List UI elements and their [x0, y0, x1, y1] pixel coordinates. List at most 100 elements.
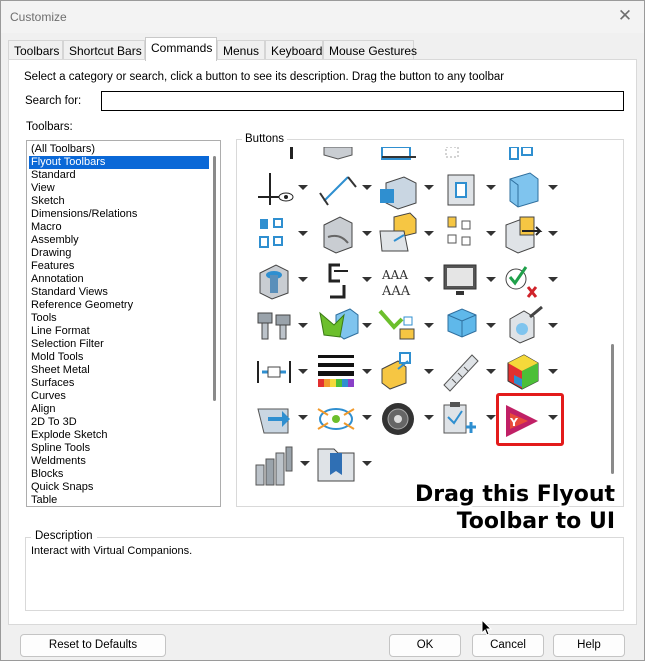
replace-icon[interactable] — [505, 216, 543, 254]
appearance-icon[interactable] — [509, 305, 543, 344]
toolbar-list-item[interactable]: Align — [29, 403, 209, 416]
chevron-down-icon[interactable] — [486, 415, 496, 420]
toolbar-list-item[interactable]: Features — [29, 260, 209, 273]
chevron-down-icon[interactable] — [298, 231, 308, 236]
explode-icon[interactable] — [317, 408, 355, 430]
smart-mates-icon[interactable] — [447, 216, 471, 246]
export-icon[interactable] — [257, 408, 290, 434]
chevron-down-icon[interactable] — [362, 369, 372, 374]
chevron-down-icon[interactable] — [486, 323, 496, 328]
tab-shortcut-bars[interactable]: Shortcut Bars — [63, 40, 145, 60]
chevron-down-icon[interactable] — [298, 415, 308, 420]
chevron-down-icon[interactable] — [298, 323, 308, 328]
reference-icon[interactable] — [328, 263, 348, 299]
toolbar-list-item[interactable]: Quick Snaps — [29, 481, 209, 494]
toolbar-list-item[interactable]: Sheet Metal — [29, 364, 209, 377]
partial-row-icon-5[interactable] — [509, 147, 533, 160]
toolbar-list-item[interactable]: Selection Filter — [29, 338, 209, 351]
chevron-down-icon[interactable] — [424, 323, 434, 328]
camera-icon[interactable] — [382, 403, 414, 435]
chevron-down-icon[interactable] — [486, 231, 496, 236]
chevron-down-icon[interactable] — [298, 185, 308, 190]
distance-icon[interactable] — [257, 361, 291, 383]
toolbar-list-item[interactable]: Surfaces — [29, 377, 209, 390]
tab-commands[interactable]: Commands — [145, 37, 217, 61]
chevron-down-icon[interactable] — [424, 231, 434, 236]
hole-wizard-icon[interactable] — [259, 264, 289, 300]
tab-toolbars[interactable]: Toolbars — [8, 40, 63, 60]
dimension-icon[interactable] — [319, 176, 357, 206]
chevron-down-icon[interactable] — [362, 277, 372, 282]
display-style-icon[interactable] — [509, 172, 539, 208]
toolbar-list-item[interactable]: Assembly — [29, 234, 209, 247]
chevron-down-icon[interactable] — [486, 185, 496, 190]
toolbar-list-item[interactable]: Weldments — [29, 455, 209, 468]
chevron-down-icon[interactable] — [300, 461, 310, 466]
chevron-down-icon[interactable] — [424, 277, 434, 282]
partial-row-icon-3[interactable] — [381, 147, 416, 160]
clipboard-add-icon[interactable] — [443, 402, 476, 434]
toolbar-list-item[interactable]: Drawing — [29, 247, 209, 260]
partial-row-icon-1[interactable] — [290, 147, 293, 159]
reset-to-defaults-button[interactable]: Reset to Defaults — [20, 634, 166, 657]
ruler-icon[interactable] — [443, 354, 479, 392]
chevron-down-icon[interactable] — [548, 231, 558, 236]
fillet-icon[interactable] — [323, 216, 353, 254]
chevron-down-icon[interactable] — [548, 277, 558, 282]
section-view-icon[interactable] — [447, 174, 475, 206]
buttons-scrollbar-thumb[interactable] — [611, 344, 614, 474]
toolbar-list-item[interactable]: Mold Tools — [29, 351, 209, 364]
fasteners-icon[interactable] — [257, 312, 291, 340]
toolbar-list-item[interactable]: Flyout Toolbars — [29, 156, 209, 169]
chevron-down-icon[interactable] — [424, 185, 434, 190]
chevron-down-icon[interactable] — [486, 277, 496, 282]
toolbar-list-item[interactable]: Standard — [29, 169, 209, 182]
mate-icon[interactable] — [381, 352, 411, 390]
toolbars-scrollbar[interactable] — [210, 143, 218, 503]
ok-button[interactable]: OK — [389, 634, 461, 657]
toolbar-list-item[interactable]: Line Format — [29, 325, 209, 338]
line-format-icon[interactable] — [318, 355, 354, 387]
toolbar-list-item[interactable]: Explode Sketch — [29, 429, 209, 442]
chevron-down-icon[interactable] — [298, 369, 308, 374]
toolbar-list-item[interactable]: Macro — [29, 221, 209, 234]
toolbar-list-item[interactable]: Reference Geometry — [29, 299, 209, 312]
chevron-down-icon[interactable] — [362, 231, 372, 236]
search-input[interactable] — [101, 91, 624, 111]
toolbar-list-item[interactable]: Dimensions/Relations — [29, 208, 209, 221]
toolbar-list-item[interactable]: Standard Views — [29, 286, 209, 299]
close-icon[interactable]: ✕ — [614, 6, 636, 28]
toolbar-list-item[interactable]: Table — [29, 494, 209, 506]
bookmark-folder-icon[interactable] — [317, 448, 355, 482]
check-icon[interactable] — [505, 266, 538, 298]
box-view-icon[interactable] — [380, 176, 417, 210]
chevron-down-icon[interactable] — [486, 369, 496, 374]
chevron-down-icon[interactable] — [548, 369, 558, 374]
cube-icon[interactable] — [447, 308, 477, 338]
chevron-down-icon[interactable] — [548, 185, 558, 190]
chevron-down-icon[interactable] — [424, 369, 434, 374]
color-cube-icon[interactable] — [507, 354, 539, 390]
chevron-down-icon[interactable] — [362, 415, 372, 420]
toolbar-list-item[interactable]: View — [29, 182, 209, 195]
view-orientation-icon[interactable] — [258, 173, 294, 205]
toolbar-list-item[interactable]: Tools — [29, 312, 209, 325]
toolbar-list-item[interactable]: Sketch — [29, 195, 209, 208]
chevron-down-icon[interactable] — [362, 185, 372, 190]
chevron-down-icon[interactable] — [362, 461, 372, 466]
text-format-icon[interactable]: AAA AAA — [381, 268, 411, 299]
help-button[interactable]: Help — [553, 634, 625, 657]
toolbar-list-item[interactable]: Curves — [29, 390, 209, 403]
configurations-icon[interactable] — [259, 218, 283, 248]
weldment-icon[interactable] — [255, 446, 293, 486]
tab-mouse-gestures[interactable]: Mouse Gestures — [323, 40, 417, 60]
partial-row-icon-4[interactable] — [445, 147, 459, 158]
toolbar-list-item[interactable]: Spline Tools — [29, 442, 209, 455]
tab-keyboard[interactable]: Keyboard — [265, 40, 323, 60]
chevron-down-icon[interactable] — [548, 323, 558, 328]
assembly-icon[interactable] — [379, 212, 417, 252]
chevron-down-icon[interactable] — [298, 277, 308, 282]
move-body-icon[interactable] — [319, 308, 359, 340]
insert-component-icon[interactable] — [378, 309, 415, 340]
cancel-button[interactable]: Cancel — [472, 634, 544, 657]
